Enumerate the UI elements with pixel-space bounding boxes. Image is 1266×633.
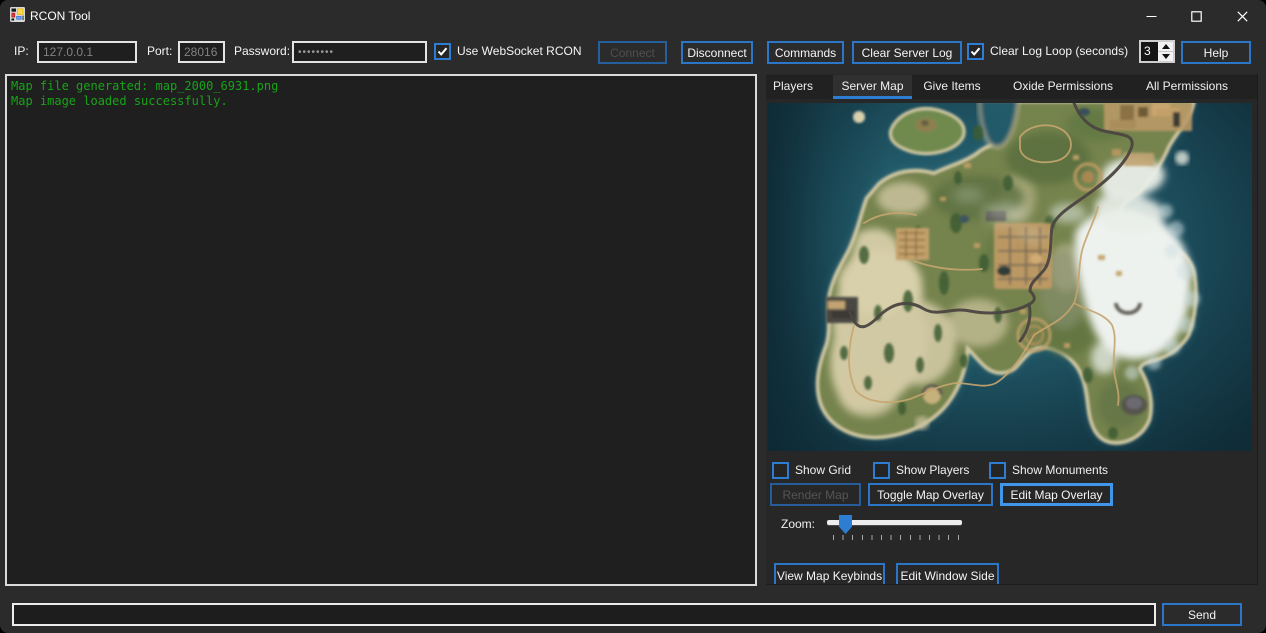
render-map-button[interactable]: Render Map — [770, 483, 861, 506]
right-panel: Players Server Map Give Items Oxide Perm… — [766, 74, 1258, 585]
loop-seconds-spinner: 3 — [1139, 40, 1175, 63]
ip-label: IP: — [14, 32, 29, 70]
check-icon — [437, 46, 448, 57]
disconnect-button[interactable]: Disconnect — [681, 41, 753, 64]
show-monuments-label: Show Monuments — [1012, 462, 1108, 479]
port-input[interactable] — [178, 41, 225, 63]
clear-log-loop-label: Clear Log Loop (seconds) — [990, 32, 1128, 70]
spinner-up-button[interactable] — [1158, 42, 1173, 52]
send-button[interactable]: Send — [1162, 603, 1242, 626]
show-grid-checkbox[interactable] — [772, 462, 789, 479]
connection-toolbar: IP: Port: Password: Use WebSocket RCON C… — [0, 32, 1266, 70]
tab-server-map[interactable]: Server Map — [833, 75, 912, 99]
maximize-icon — [1191, 11, 1202, 22]
show-players-checkbox[interactable] — [873, 462, 890, 479]
command-input[interactable] — [12, 603, 1156, 626]
zoom-label: Zoom: — [781, 516, 815, 533]
app-window: RCON Tool IP: Port: Password: Use WebSoc… — [0, 0, 1266, 633]
tab-oxide-permissions[interactable]: Oxide Permissions — [1008, 75, 1118, 99]
down-arrow-icon — [1162, 54, 1170, 59]
show-grid-label: Show Grid — [795, 462, 851, 479]
port-label: Port: — [147, 32, 172, 70]
show-monuments-checkbox[interactable] — [989, 462, 1006, 479]
server-map-image[interactable] — [768, 103, 1252, 451]
commands-button[interactable]: Commands — [767, 41, 844, 64]
minimize-icon — [1146, 11, 1157, 22]
websocket-label: Use WebSocket RCON — [457, 32, 581, 70]
view-map-keybinds-button[interactable]: View Map Keybinds — [774, 563, 885, 585]
spinner-down-button[interactable] — [1158, 52, 1173, 61]
title-bar: RCON Tool — [0, 0, 1266, 32]
tab-players[interactable]: Players — [766, 75, 820, 99]
connect-button[interactable]: Connect — [598, 41, 667, 64]
console-line: Map image loaded successfully. — [11, 94, 751, 109]
server-log-console[interactable]: Map file generated: map_2000_6931.png Ma… — [5, 74, 757, 586]
app-icon — [10, 7, 25, 22]
close-button[interactable] — [1219, 0, 1265, 32]
check-icon — [970, 46, 981, 57]
password-input[interactable] — [292, 41, 427, 63]
console-line: Map file generated: map_2000_6931.png — [11, 79, 751, 94]
edit-map-overlay-button[interactable]: Edit Map Overlay — [1000, 483, 1113, 506]
tab-strip: Players Server Map Give Items Oxide Perm… — [766, 75, 1258, 99]
close-icon — [1237, 11, 1248, 22]
up-arrow-icon — [1162, 44, 1170, 49]
help-button[interactable]: Help — [1181, 41, 1251, 64]
zoom-slider-ticks — [833, 535, 960, 540]
websocket-checkbox[interactable] — [434, 43, 451, 60]
clear-log-loop-checkbox[interactable] — [967, 43, 984, 60]
clear-server-log-button[interactable]: Clear Server Log — [852, 41, 962, 64]
zoom-slider-thumb[interactable] — [839, 515, 852, 534]
tab-all-permissions[interactable]: All Permissions — [1143, 75, 1231, 99]
maximize-button[interactable] — [1173, 0, 1219, 32]
ip-input[interactable] — [37, 41, 137, 63]
minimize-button[interactable] — [1128, 0, 1174, 32]
edit-window-side-button[interactable]: Edit Window Side — [896, 563, 999, 585]
tab-give-items[interactable]: Give Items — [919, 75, 985, 99]
toggle-map-overlay-button[interactable]: Toggle Map Overlay — [868, 483, 993, 506]
window-title: RCON Tool — [30, 0, 90, 32]
password-label: Password: — [234, 32, 290, 70]
show-players-label: Show Players — [896, 462, 969, 479]
loop-seconds-value[interactable]: 3 — [1141, 42, 1158, 61]
